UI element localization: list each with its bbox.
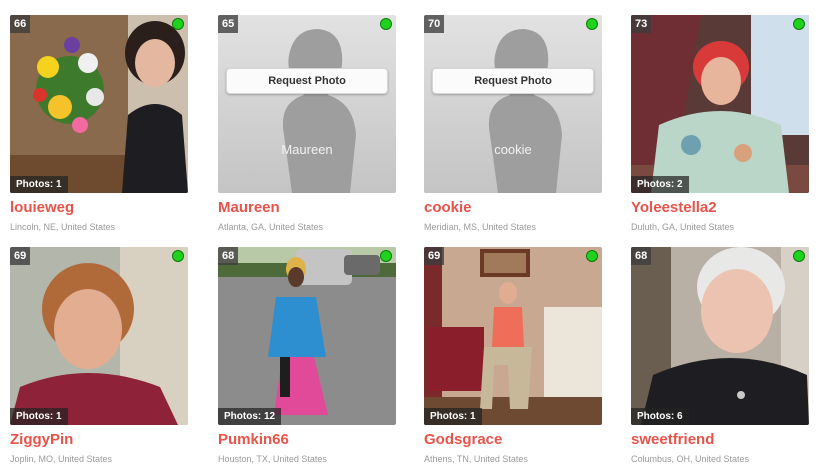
online-status-icon [793, 250, 805, 262]
location-text: Meridian, MS, United States [424, 222, 537, 232]
profile-card: 69 Photos: 1 ZiggyPin Joplin, MO, United… [10, 247, 188, 465]
location-text: Houston, TX, United States [218, 454, 327, 464]
online-status-icon [172, 250, 184, 262]
profile-photo-image [631, 15, 809, 193]
photo-count-badge: Photos: 6 [631, 408, 689, 425]
profile-card: 65 Request Photo Maureen Maureen Atlanta… [218, 15, 396, 233]
age-badge: 66 [10, 15, 31, 33]
profile-photo[interactable]: 73 Photos: 2 [631, 15, 809, 193]
location-text: Lincoln, NE, United States [10, 222, 116, 232]
profile-card: 66 Photos: 1 louieweg Lincoln, NE, Unite… [10, 15, 188, 233]
photo-count-badge: Photos: 1 [10, 176, 68, 193]
username-link[interactable]: Yoleestella2 [631, 199, 809, 217]
username-link[interactable]: ZiggyPin [10, 431, 188, 449]
request-photo-button[interactable]: Request Photo [226, 68, 388, 94]
location-text: Duluth, GA, United States [631, 222, 735, 232]
placeholder-name: cookie [494, 142, 532, 157]
request-photo-button[interactable]: Request Photo [432, 68, 594, 94]
username-link[interactable]: Godsgrace [424, 431, 602, 449]
profile-photo[interactable]: 69 Photos: 1 [424, 247, 602, 425]
age-badge: 68 [631, 247, 652, 265]
profile-photo-image [424, 247, 602, 425]
profile-photo-placeholder[interactable]: 65 Request Photo Maureen [218, 15, 396, 193]
profile-card: 73 Photos: 2 Yoleestella2 Duluth, GA, Un… [631, 15, 809, 233]
age-badge: 69 [424, 247, 445, 265]
age-badge: 73 [631, 15, 652, 33]
online-status-icon [586, 18, 598, 30]
age-badge: 69 [10, 247, 31, 265]
username-link[interactable]: Maureen [218, 199, 396, 217]
username-link[interactable]: sweetfriend [631, 431, 809, 449]
online-status-icon [586, 250, 598, 262]
silhouette-icon [424, 15, 602, 193]
profile-photo[interactable]: 68 Photos: 12 [218, 247, 396, 425]
online-status-icon [172, 18, 184, 30]
online-status-icon [793, 18, 805, 30]
profile-card: 70 Request Photo cookie cookie Meridian,… [424, 15, 602, 233]
profile-photo[interactable]: 66 Photos: 1 [10, 15, 188, 193]
photo-count-badge: Photos: 12 [218, 408, 282, 425]
placeholder-name: Maureen [281, 142, 333, 157]
username-link[interactable]: Pumkin66 [218, 431, 396, 449]
profile-card: 69 Photos: 1 Godsgrace Athens, TN, Unite… [424, 247, 602, 465]
location-text: Athens, TN, United States [424, 454, 528, 464]
profile-photo[interactable]: 69 Photos: 1 [10, 247, 188, 425]
location-text: Atlanta, GA, United States [218, 222, 324, 232]
location-text: Columbus, OH, United States [631, 454, 750, 464]
profile-photo-image [10, 15, 188, 193]
username-link[interactable]: louieweg [10, 199, 188, 217]
silhouette-icon [218, 15, 396, 193]
photo-count-badge: Photos: 2 [631, 176, 689, 193]
age-badge: 70 [424, 15, 445, 33]
username-link[interactable]: cookie [424, 199, 602, 217]
location-text: Joplin, MO, United States [10, 454, 113, 464]
photo-count-badge: Photos: 1 [10, 408, 68, 425]
profile-photo-image [218, 247, 396, 425]
profile-photo-image [631, 247, 809, 425]
profile-photo-image [10, 247, 188, 425]
profile-photo[interactable]: 68 Photos: 6 [631, 247, 809, 425]
age-badge: 65 [218, 15, 239, 33]
profile-photo-placeholder[interactable]: 70 Request Photo cookie [424, 15, 602, 193]
photo-count-badge: Photos: 1 [424, 408, 482, 425]
online-status-icon [380, 18, 392, 30]
online-status-icon [380, 250, 392, 262]
age-badge: 68 [218, 247, 239, 265]
profile-card: 68 Photos: 12 Pumkin66 Houston, TX, Unit… [218, 247, 396, 465]
profile-card: 68 Photos: 6 sweetfriend Columbus, OH, U… [631, 247, 809, 465]
